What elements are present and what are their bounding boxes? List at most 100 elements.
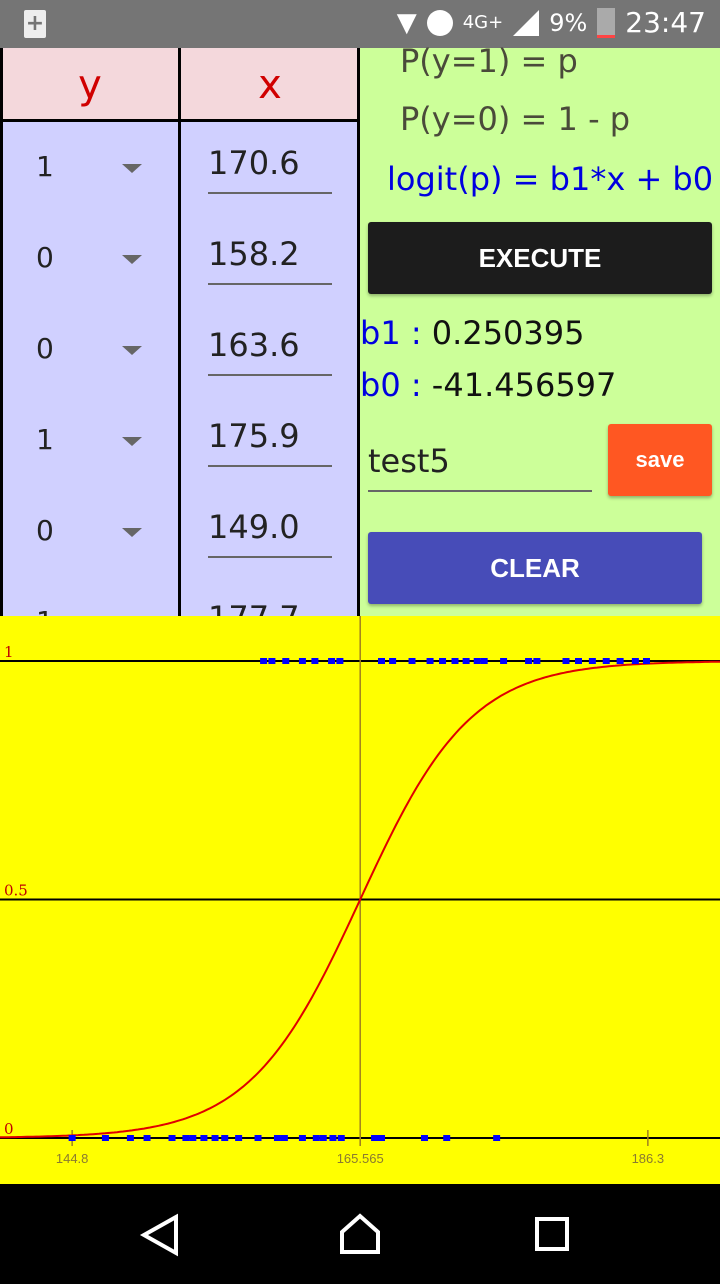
dropdown-arrow-icon[interactable] — [122, 528, 142, 537]
x-input[interactable]: 175.9 — [208, 417, 332, 467]
data-point-y1 — [408, 658, 416, 664]
x-tick-label: 186.3 — [632, 1151, 665, 1166]
data-point-y0 — [378, 1135, 386, 1141]
dropdown-arrow-icon[interactable] — [122, 437, 142, 446]
data-point-y0 — [101, 1135, 109, 1141]
x-input[interactable]: 170.6 — [208, 144, 332, 194]
data-point-y1 — [533, 658, 541, 664]
status-bar: + ▼ 4G+ 9% 23:47 — [0, 0, 720, 48]
data-point-y1 — [473, 658, 481, 664]
data-point-y1 — [439, 658, 447, 664]
data-point-y0 — [221, 1135, 229, 1141]
data-point-y1 — [574, 658, 582, 664]
y-dropdown-value[interactable]: 0 — [36, 241, 54, 274]
data-point-y0 — [200, 1135, 208, 1141]
data-point-y1 — [311, 658, 319, 664]
data-point-y1 — [588, 658, 596, 664]
data-point-y0 — [443, 1135, 451, 1141]
data-point-y0 — [298, 1135, 306, 1141]
x-input[interactable]: 163.6 — [208, 326, 332, 376]
y-dropdown-value[interactable]: 0 — [36, 332, 54, 365]
data-point-y0 — [168, 1135, 176, 1141]
notification-icon: + — [24, 10, 46, 38]
data-point-y1 — [616, 658, 624, 664]
recents-icon[interactable] — [535, 1217, 569, 1251]
data-point-y1 — [389, 658, 397, 664]
network-type: 4G+ — [462, 12, 504, 33]
data-point-y0 — [211, 1135, 219, 1141]
battery-icon — [597, 7, 616, 38]
data-point-y0 — [280, 1135, 288, 1141]
equation-logit: logit(p) = b1*x + b0 — [387, 160, 714, 198]
battery-percent: 9% — [549, 8, 588, 37]
data-point-y0 — [312, 1135, 320, 1141]
b0-result: b0 : -41.456597 — [360, 366, 616, 404]
clear-button[interactable]: CLEAR — [368, 532, 702, 604]
save-button[interactable]: save — [608, 424, 712, 496]
data-point-y1 — [268, 658, 276, 664]
data-point-y1 — [602, 658, 610, 664]
data-point-y0 — [68, 1135, 76, 1141]
signal-icon — [513, 9, 540, 36]
data-point-y1 — [336, 658, 344, 664]
b1-value: 0.250395 — [431, 314, 585, 352]
dropdown-arrow-icon[interactable] — [122, 255, 142, 264]
x-tick-label: 165.565 — [337, 1151, 384, 1166]
data-point-y0 — [143, 1135, 151, 1141]
y-dropdown-value[interactable]: 1 — [36, 605, 54, 616]
y-dropdown-value[interactable]: 1 — [36, 150, 54, 183]
data-point-y0 — [235, 1135, 243, 1141]
equation-p0: P(y=0) = 1 - p — [400, 100, 631, 138]
data-point-y1 — [562, 658, 570, 664]
y-dropdown-value[interactable]: 0 — [36, 514, 54, 547]
data-point-y0 — [182, 1135, 190, 1141]
execute-button[interactable]: EXECUTE — [368, 222, 712, 294]
name-input[interactable]: test5 — [368, 442, 592, 492]
data-point-y1 — [480, 658, 488, 664]
y-dropdown-value[interactable]: 1 — [36, 423, 54, 456]
back-icon[interactable] — [139, 1213, 178, 1257]
b0-label: b0 : — [360, 366, 432, 404]
data-table: y x 1 170.6 0 158.2 0 163.6 1 175.9 0 149.0 1 177.7 — [0, 48, 360, 616]
chart-svg: 0 0.5 1 144.8 165.565 186.3 — [0, 616, 720, 1166]
b1-label: b1 : — [360, 314, 432, 352]
column-header-x: x — [180, 48, 360, 122]
data-point-y1 — [451, 658, 459, 664]
data-point-y1 — [525, 658, 533, 664]
clock: 23:47 — [625, 6, 706, 39]
data-point-y1 — [328, 658, 336, 664]
data-point-y0 — [371, 1135, 379, 1141]
dropdown-arrow-icon[interactable] — [122, 346, 142, 355]
data-point-y0 — [319, 1135, 327, 1141]
data-point-y0 — [126, 1135, 134, 1141]
data-point-y1 — [282, 658, 290, 664]
data-point-y0 — [337, 1135, 345, 1141]
data-point-y0 — [254, 1135, 262, 1141]
data-point-y1 — [500, 658, 508, 664]
data-point-y1 — [260, 658, 268, 664]
x-input[interactable]: 149.0 — [208, 508, 332, 558]
data-point-y0 — [493, 1135, 501, 1141]
equation-p1: P(y=1) = p — [400, 42, 578, 80]
data-point-y1 — [631, 658, 639, 664]
data-point-y1 — [426, 658, 434, 664]
data-point-y0 — [189, 1135, 197, 1141]
control-panel: P(y=1) = p P(y=0) = 1 - p logit(p) = b1*… — [360, 42, 720, 616]
b1-result: b1 : 0.250395 — [360, 314, 584, 352]
column-header-y: y — [0, 48, 180, 122]
dnd-icon — [426, 9, 453, 36]
data-point-y1 — [462, 658, 470, 664]
x-input[interactable]: 158.2 — [208, 235, 332, 285]
home-icon[interactable] — [340, 1213, 380, 1254]
data-point-y1 — [298, 658, 306, 664]
dropdown-arrow-icon[interactable] — [122, 164, 142, 173]
x-input[interactable]: 177.7 — [208, 599, 332, 616]
y-tick-label: 0 — [4, 1120, 14, 1138]
data-point-y0 — [273, 1135, 281, 1141]
b0-value: -41.456597 — [431, 366, 617, 404]
x-tick-label: 144.8 — [56, 1151, 89, 1166]
data-point-y1 — [378, 658, 386, 664]
data-point-y0 — [329, 1135, 337, 1141]
navigation-bar — [0, 1184, 720, 1280]
data-point-y0 — [421, 1135, 429, 1141]
